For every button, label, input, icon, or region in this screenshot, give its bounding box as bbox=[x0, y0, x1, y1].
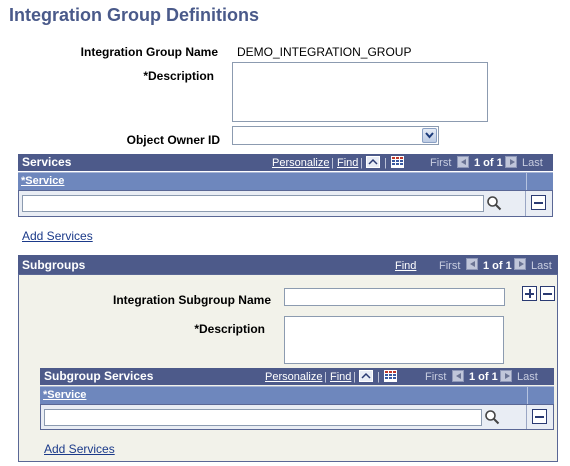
subgroup-service-column-sort-link[interactable]: *Service bbox=[43, 389, 86, 401]
subgroup-last-label: Last bbox=[517, 371, 538, 383]
next-icon bbox=[505, 156, 517, 168]
service-input[interactable] bbox=[22, 195, 484, 212]
service-column-sort-link[interactable]: *Service bbox=[21, 175, 64, 187]
view-all-icon[interactable] bbox=[366, 156, 380, 168]
add-subgroup-services-link[interactable]: Add Services bbox=[44, 442, 115, 456]
subgroup-first-label: First bbox=[425, 371, 447, 383]
download-grid-icon[interactable] bbox=[391, 156, 404, 168]
subgroup-services-header: Subgroup Services Personalize | Find | |… bbox=[40, 368, 554, 385]
chevron-down-icon[interactable] bbox=[422, 128, 437, 143]
subgroup-services-body bbox=[40, 404, 554, 430]
nav-separator: | bbox=[384, 157, 387, 169]
minus-icon bbox=[535, 415, 544, 418]
owner-label: Object Owner ID bbox=[126, 133, 220, 147]
subgroup-name-label: Integration Subgroup Name bbox=[112, 293, 271, 307]
plus-icon bbox=[525, 289, 534, 298]
minus-icon bbox=[543, 292, 552, 295]
owner-select[interactable] bbox=[232, 126, 439, 145]
column-separator bbox=[525, 191, 526, 216]
subgroups-panel: Integration Subgroup Name *Description S… bbox=[18, 274, 558, 462]
add-services-link[interactable]: Add Services bbox=[22, 229, 93, 243]
last-label: Last bbox=[522, 157, 543, 169]
magnifier-icon[interactable] bbox=[486, 195, 502, 211]
nav-separator: | bbox=[377, 371, 380, 383]
nav-separator: | bbox=[324, 371, 327, 383]
view-all-icon[interactable] bbox=[359, 370, 373, 382]
previous-icon bbox=[457, 156, 469, 168]
nav-separator: | bbox=[360, 157, 363, 169]
subgroup-personalize-link[interactable]: Personalize bbox=[265, 371, 322, 383]
services-grid-header: Services Personalize | Find | | First 1 … bbox=[18, 154, 553, 171]
row-range: 1 of 1 bbox=[474, 157, 503, 169]
subgroup-service-input[interactable] bbox=[44, 409, 482, 426]
column-header-end bbox=[526, 173, 553, 190]
description-label: *Description bbox=[143, 69, 214, 83]
first-label: First bbox=[430, 157, 452, 169]
subgroup-services-title: Subgroup Services bbox=[44, 369, 154, 383]
download-grid-icon[interactable] bbox=[384, 370, 397, 382]
group-name-label: Integration Group Name bbox=[80, 45, 218, 59]
previous-icon bbox=[452, 370, 464, 382]
find-link[interactable]: Find bbox=[337, 157, 358, 169]
page-title: Integration Group Definitions bbox=[9, 5, 259, 25]
subgroup-row-range: 1 of 1 bbox=[469, 371, 498, 383]
column-separator bbox=[526, 405, 527, 429]
subgroups-first-label: First bbox=[439, 260, 461, 272]
group-name-value: DEMO_INTEGRATION_GROUP bbox=[237, 45, 412, 59]
previous-icon bbox=[466, 258, 478, 270]
subgroup-name-input[interactable] bbox=[284, 288, 505, 306]
delete-subgroup-service-button[interactable] bbox=[532, 409, 547, 424]
subgroups-row-range: 1 of 1 bbox=[483, 260, 512, 272]
subgroup-find-link[interactable]: Find bbox=[330, 371, 351, 383]
delete-row-button[interactable] bbox=[531, 195, 546, 210]
services-column-header: *Service bbox=[18, 172, 553, 190]
subgroup-description-label: *Description bbox=[194, 322, 265, 336]
services-grid-title: Services bbox=[22, 155, 72, 169]
subgroups-title: Subgroups bbox=[22, 258, 86, 272]
next-icon bbox=[500, 370, 512, 382]
services-grid-body bbox=[18, 190, 553, 217]
magnifier-icon[interactable] bbox=[484, 409, 500, 425]
subgroups-find-link[interactable]: Find bbox=[395, 260, 416, 272]
nav-separator: | bbox=[331, 157, 334, 169]
column-header-end bbox=[527, 387, 554, 404]
subgroup-description-field[interactable] bbox=[284, 316, 504, 364]
subgroups-header: Subgroups Find First 1 of 1 Last bbox=[18, 255, 558, 274]
add-subgroup-button[interactable] bbox=[522, 286, 537, 301]
subgroups-last-label: Last bbox=[531, 260, 552, 272]
personalize-link[interactable]: Personalize bbox=[272, 157, 329, 169]
next-icon bbox=[514, 258, 526, 270]
subgroup-services-column-header: *Service bbox=[40, 386, 554, 404]
description-field[interactable] bbox=[232, 62, 488, 122]
nav-separator: | bbox=[353, 371, 356, 383]
delete-subgroup-button[interactable] bbox=[540, 286, 555, 301]
minus-icon bbox=[534, 201, 543, 204]
